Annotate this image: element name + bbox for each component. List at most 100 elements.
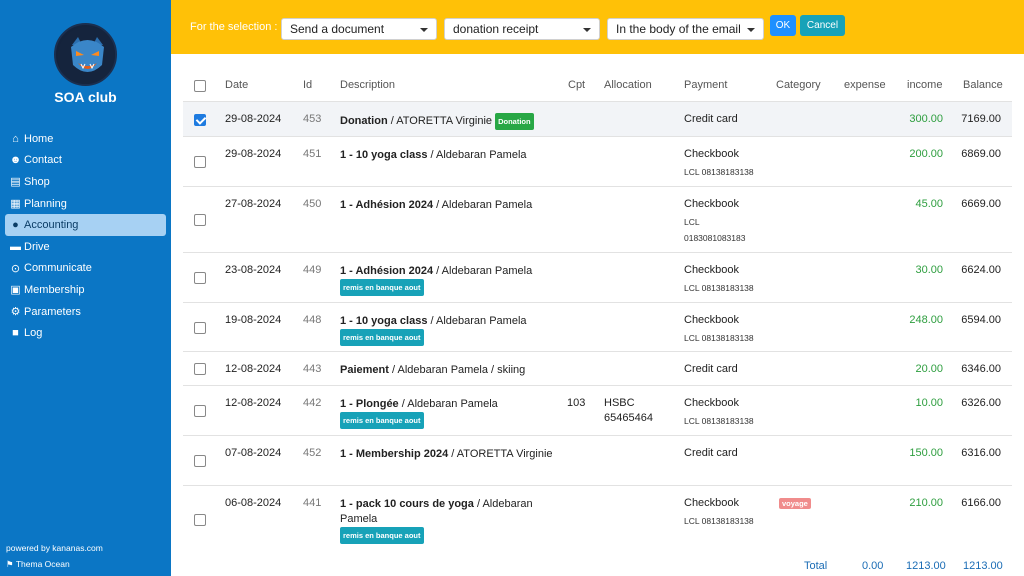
header-payment[interactable]: Payment (684, 79, 727, 91)
row-payment-account: LCL 08138183138 (684, 283, 754, 293)
theme-label[interactable]: ⚑ Thema Ocean (6, 559, 70, 570)
row-date: 06-08-2024 (225, 497, 282, 509)
row-income: 10.00 (915, 397, 943, 409)
ok-button[interactable]: OK (770, 15, 796, 36)
cancel-button[interactable]: Cancel (800, 15, 845, 36)
sidebar-item-log[interactable]: ■ Log (5, 322, 166, 344)
status-badge: Donation (495, 113, 534, 130)
header-description[interactable]: Description (340, 79, 395, 91)
table-row[interactable]: 29-08-2024 453 Donation / ATORETTA Virgini… (183, 101, 1012, 136)
row-income: 20.00 (915, 363, 943, 375)
row-payment: Checkbook (684, 314, 740, 326)
table-row[interactable]: 12-08-2024 442 1 - Plongée / Aldebaran Pam… (183, 385, 1012, 435)
row-description[interactable]: Donation / ATORETTA Virginie Donation (340, 113, 555, 130)
total-balance: 1213.00 (963, 560, 1003, 572)
header-date[interactable]: Date (225, 79, 248, 91)
description-title: Donation (340, 115, 388, 127)
row-date: 29-08-2024 (225, 148, 282, 160)
row-balance: 6624.00 (961, 264, 1001, 276)
sidebar-item-accounting[interactable]: ● Accounting (5, 214, 166, 236)
row-income: 45.00 (915, 198, 943, 210)
row-id: 449 (303, 264, 322, 276)
club-name: SOA club (54, 89, 117, 105)
row-description[interactable]: 1 - 10 yoga class / Aldebaran Pamela remi… (340, 314, 555, 346)
sidebar-item-planning[interactable]: ▦ Planning (5, 193, 166, 215)
chevron-down-icon (420, 28, 428, 32)
row-description[interactable]: 1 - pack 10 cours de yoga / Aldebaran Pa… (340, 497, 555, 544)
header-expense[interactable]: expense (844, 79, 886, 91)
row-description[interactable]: 1 - Adhésion 2024 / Aldebaran Pamela remi… (340, 264, 555, 296)
row-checkbox[interactable] (194, 363, 206, 375)
gear-icon: ⚙ (10, 306, 21, 319)
row-checkbox[interactable] (194, 405, 206, 417)
row-description[interactable]: 1 - Membership 2024 / ATORETTA Virginie (340, 447, 555, 462)
delivery-select[interactable]: In the body of the email (607, 18, 764, 40)
row-id: 450 (303, 198, 322, 210)
club-logo[interactable] (54, 23, 117, 86)
sidebar-item-label: Planning (24, 197, 67, 210)
table-row[interactable]: 19-08-2024 448 1 - 10 yoga class / Aldebar… (183, 302, 1012, 351)
row-checkbox[interactable] (194, 272, 206, 284)
row-date: 29-08-2024 (225, 113, 282, 125)
document-select[interactable]: donation receipt (444, 18, 600, 40)
row-payment-account: LCL 08138183138 (684, 333, 754, 343)
action-select-value: Send a document (290, 22, 385, 36)
row-checkbox[interactable] (194, 214, 206, 226)
header-balance[interactable]: Balance (963, 79, 1003, 91)
row-date: 12-08-2024 (225, 397, 282, 409)
action-select[interactable]: Send a document (281, 18, 437, 40)
sidebar-item-communicate[interactable]: ⊙ Communicate (5, 258, 166, 280)
calendar-icon: ▦ (10, 198, 21, 211)
table-row[interactable]: 06-08-2024 441 1 - pack 10 cours de yoga /… (183, 485, 1012, 552)
row-balance: 6669.00 (961, 198, 1001, 210)
header-id[interactable]: Id (303, 79, 312, 91)
deposit-badge: remis en banque aout (340, 412, 424, 429)
row-checkbox[interactable] (194, 322, 206, 334)
powered-by[interactable]: powered by kananas.com (6, 543, 103, 553)
row-payment: Credit card (684, 113, 738, 125)
sidebar-item-drive[interactable]: ▬ Drive (5, 236, 166, 258)
row-payment: Checkbook (684, 148, 740, 160)
row-payment-account-2: 0183081083183 (684, 233, 746, 243)
table-row[interactable]: 23-08-2024 449 1 - Adhésion 2024 / Aldebar… (183, 252, 1012, 302)
row-checkbox[interactable] (194, 455, 206, 467)
row-checkbox[interactable] (194, 114, 206, 126)
sidebar-item-label: Shop (24, 175, 50, 188)
deposit-badge: remis en banque aout (340, 329, 424, 346)
table-row[interactable]: 12-08-2024 443 Paiement / Aldebaran Pamela… (183, 351, 1012, 385)
header-allocation[interactable]: Allocation (604, 79, 652, 91)
sidebar-item-contact[interactable]: ☻ Contact (5, 150, 166, 172)
sidebar-item-home[interactable]: ⌂ Home (5, 128, 166, 150)
header-income[interactable]: income (907, 79, 942, 91)
row-id: 443 (303, 363, 322, 375)
sidebar-item-label: Membership (24, 283, 85, 296)
palette-icon: ⚑ (6, 559, 14, 569)
row-description[interactable]: Paiement / Aldebaran Pamela / skiing (340, 363, 555, 378)
row-balance: 7169.00 (961, 113, 1001, 125)
sidebar-nav: ⌂ Home ☻ Contact ▤ Shop ▦ Planning ● Accounting ▬ D… (5, 128, 166, 344)
row-payment: Checkbook (684, 397, 740, 409)
sidebar-item-label: Home (24, 132, 54, 145)
row-checkbox[interactable] (194, 514, 206, 526)
broadcast-icon: ⊙ (10, 262, 21, 275)
sidebar-item-shop[interactable]: ▤ Shop (5, 171, 166, 193)
row-description[interactable]: 1 - Adhésion 2024 / Aldebaran Pamela (340, 198, 555, 213)
row-payment: Checkbook (684, 198, 740, 210)
description-title: 1 - 10 yoga class (340, 149, 428, 161)
row-id: 453 (303, 113, 322, 125)
row-description[interactable]: 1 - Plongée / Aldebaran Pamela remis en b… (340, 397, 555, 429)
row-checkbox[interactable] (194, 156, 206, 168)
table-row[interactable]: 29-08-2024 451 1 - 10 yoga class / Aldebar… (183, 136, 1012, 186)
header-category[interactable]: Category (776, 79, 821, 91)
row-date: 07-08-2024 (225, 447, 282, 459)
sidebar-item-parameters[interactable]: ⚙ Parameters (5, 301, 166, 323)
header-cpt[interactable]: Cpt (568, 79, 585, 91)
row-description[interactable]: 1 - 10 yoga class / Aldebaran Pamela (340, 148, 555, 163)
sidebar-item-membership[interactable]: ▣ Membership (5, 279, 166, 301)
deposit-badge: remis en banque aout (340, 527, 424, 544)
row-income: 30.00 (915, 264, 943, 276)
table-row[interactable]: 27-08-2024 450 1 - Adhésion 2024 / Aldebar… (183, 186, 1012, 252)
selection-label: For the selection : (190, 21, 278, 33)
select-all-checkbox[interactable] (194, 80, 206, 92)
table-row[interactable]: 07-08-2024 452 1 - Membership 2024 / ATORE… (183, 435, 1012, 485)
